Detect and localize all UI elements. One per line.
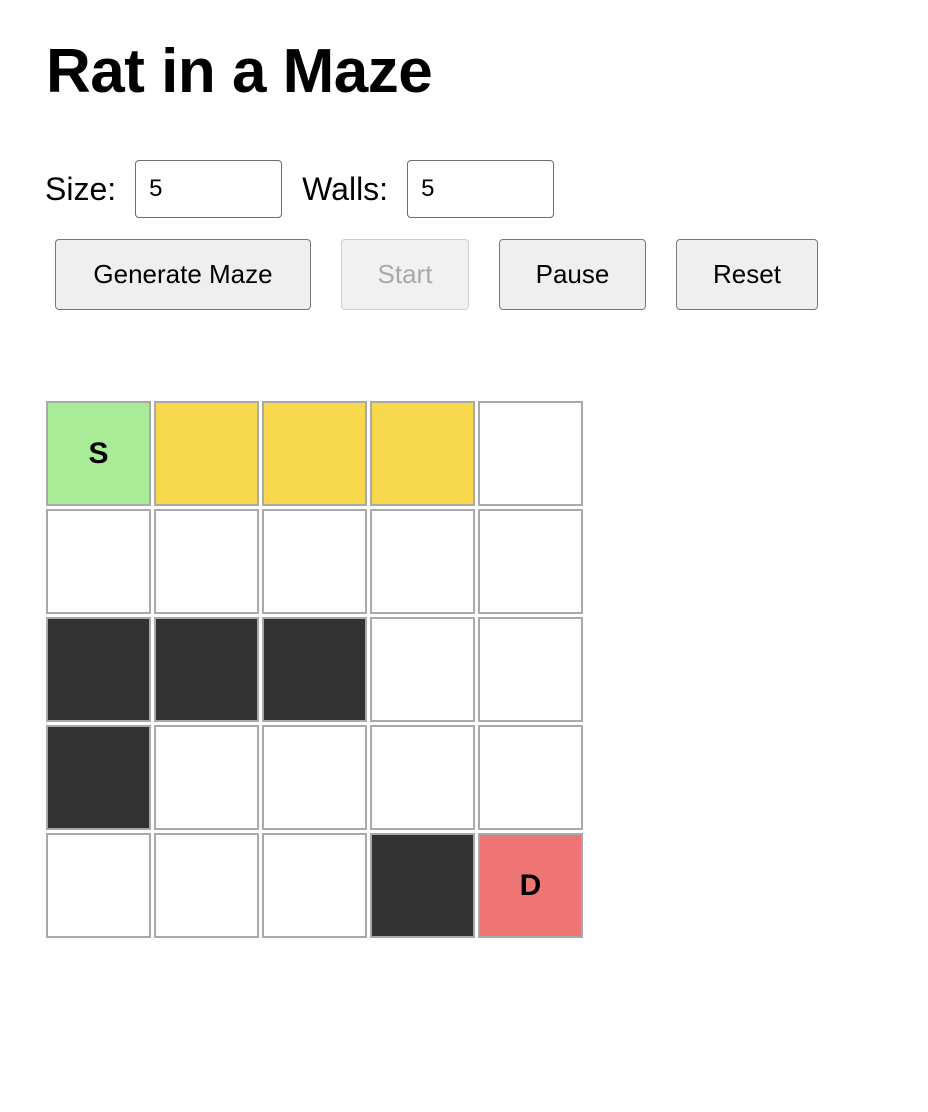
maze-cell-open-r3-c1 (154, 725, 259, 830)
maze-cell-open-r1-c1 (154, 509, 259, 614)
maze-cell-open-r1-c3 (370, 509, 475, 614)
maze-cell-open-r1-c0 (46, 509, 151, 614)
maze-cell-wall-r2-c2 (262, 617, 367, 722)
maze-settings: Size: Walls: (45, 160, 555, 218)
maze-cell-destination-r4-c4: D (478, 833, 583, 938)
maze-cell-wall-r2-c1 (154, 617, 259, 722)
size-input[interactable] (135, 160, 283, 218)
maze-cell-path-r0-c1 (154, 401, 259, 506)
maze-cell-wall-r4-c3 (370, 833, 475, 938)
maze-grid: SD (46, 401, 583, 938)
maze-cell-open-r3-c2 (262, 725, 367, 830)
maze-cell-open-r2-c3 (370, 617, 475, 722)
maze-cell-open-r3-c4 (478, 725, 583, 830)
start-button[interactable]: Start (341, 239, 469, 310)
maze-cell-open-r4-c2 (262, 833, 367, 938)
maze-cell-wall-r3-c0 (46, 725, 151, 830)
size-label: Size: (45, 171, 117, 207)
maze-cell-open-r4-c1 (154, 833, 259, 938)
maze-cell-start-r0-c0: S (46, 401, 151, 506)
maze-cell-wall-r2-c0 (46, 617, 151, 722)
maze-cell-open-r4-c0 (46, 833, 151, 938)
maze-cell-open-r2-c4 (478, 617, 583, 722)
maze-cell-open-r3-c3 (370, 725, 475, 830)
page-title: Rat in a Maze (46, 37, 433, 106)
walls-label: Walls: (302, 171, 389, 207)
maze-cell-open-r1-c4 (478, 509, 583, 614)
maze-cell-open-r1-c2 (262, 509, 367, 614)
maze-cell-path-r0-c2 (262, 401, 367, 506)
action-buttons: Generate Maze Start Pause Reset (55, 239, 818, 310)
walls-input[interactable] (407, 160, 555, 218)
maze-cell-path-r0-c3 (370, 401, 475, 506)
generate-maze-button[interactable]: Generate Maze (55, 239, 311, 310)
pause-button[interactable]: Pause (499, 239, 646, 310)
maze-cell-open-r0-c4 (478, 401, 583, 506)
reset-button[interactable]: Reset (676, 239, 818, 310)
